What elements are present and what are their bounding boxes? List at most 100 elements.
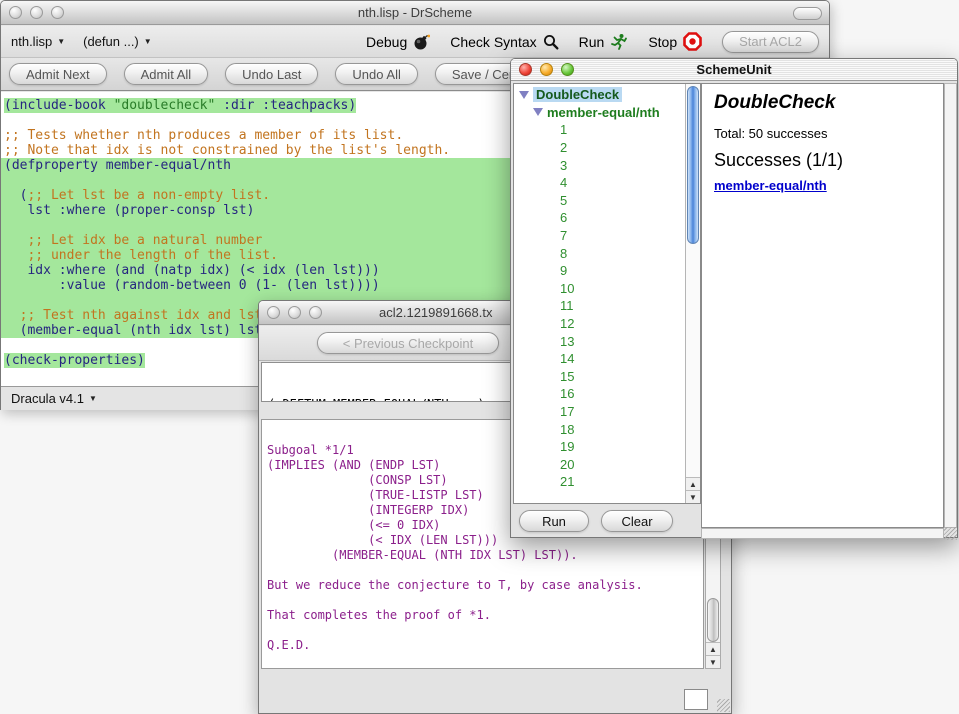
file-dropdown[interactable]: nth.lisp ▼ [11,34,65,49]
tree-item[interactable]: 13 [514,332,685,350]
tree-item[interactable]: member-equal/nth [514,104,685,122]
minimize-button[interactable] [288,306,301,319]
tree-item-label[interactable]: 6 [560,210,567,225]
tree-item-label[interactable]: 17 [560,404,574,419]
detail-vertical-scrollbar[interactable] [944,83,957,528]
tree-item[interactable]: 18 [514,420,685,438]
start-acl2-button[interactable]: Start ACL2 [722,31,819,53]
debug-label: Debug [366,34,407,50]
clear-button[interactable]: Clear [601,510,673,532]
tree-item-label[interactable]: 14 [560,351,574,366]
proof-line [267,563,703,578]
tree-item[interactable]: 5 [514,192,685,210]
scrollbar-thumb[interactable] [687,86,699,244]
tree-item[interactable]: 3 [514,156,685,174]
tree-item[interactable]: 21 [514,473,685,491]
tree-item-label[interactable]: 8 [560,246,567,261]
tree-item-label[interactable]: 2 [560,140,567,155]
tree-item-label[interactable]: 18 [560,422,574,437]
undo-last-button[interactable]: Undo Last [225,63,318,85]
disclosure-triangle-icon[interactable] [519,91,529,99]
tree-item-label[interactable]: 19 [560,439,574,454]
check-syntax-button[interactable]: Check Syntax [450,34,558,50]
detail-total: Total: 50 successes [714,126,827,141]
scroll-down-arrow-icon[interactable]: ▼ [686,490,700,503]
tree-item[interactable]: DoubleCheck [514,86,685,104]
zoom-button[interactable] [51,6,64,19]
tree-item-label[interactable]: 5 [560,193,567,208]
tree-item-label[interactable]: 11 [560,298,574,313]
close-button[interactable] [9,6,22,19]
tree-item[interactable]: 16 [514,385,685,403]
minimize-button[interactable] [540,63,553,76]
tree-item-label[interactable]: 4 [560,175,567,190]
chevron-down-icon: ▼ [144,37,152,46]
undo-all-button[interactable]: Undo All [335,63,417,85]
drscheme-titlebar[interactable]: nth.lisp - DrScheme [1,1,829,25]
tree-item[interactable]: 11 [514,297,685,315]
tree-item-label[interactable]: 10 [560,281,574,296]
zoom-button[interactable] [561,63,574,76]
proof-line [267,623,703,638]
tree-item-label[interactable]: member-equal/nth [547,105,660,120]
debug-button[interactable]: Debug [366,34,430,50]
scrollbar-thumb[interactable] [707,598,719,642]
toolbar-toggle-button[interactable] [793,7,822,20]
proof-line [267,593,703,608]
tree-item-label[interactable]: 3 [560,158,567,173]
tree-item[interactable]: 6 [514,209,685,227]
scroll-down-arrow-icon[interactable]: ▼ [706,655,720,668]
chevron-down-icon: ▼ [89,394,97,403]
tree-item[interactable]: 14 [514,350,685,368]
dracula-version-dropdown[interactable]: Dracula v4.1 ▼ [11,391,97,406]
disclosure-triangle-icon[interactable] [533,108,543,116]
previous-checkpoint-button[interactable]: < Previous Checkpoint [317,332,499,354]
run-tests-button[interactable]: Run [519,510,589,532]
schemeunit-titlebar[interactable]: SchemeUnit [511,59,957,81]
tree-item[interactable]: 4 [514,174,685,192]
tree-item[interactable]: 9 [514,262,685,280]
tree-item-label[interactable]: 13 [560,334,574,349]
tree-item[interactable]: 8 [514,244,685,262]
test-tree[interactable]: DoubleCheckmember-equal/nth1234567891011… [514,86,685,503]
test-result-link[interactable]: member-equal/nth [714,178,827,193]
tree-item-label[interactable]: 7 [560,228,567,243]
resize-grip-icon[interactable] [944,527,957,540]
close-button[interactable] [519,63,532,76]
scroll-up-arrow-icon[interactable]: ▲ [706,642,720,655]
checkbox[interactable] [684,689,708,710]
tree-item[interactable]: 12 [514,315,685,333]
tree-item[interactable]: 7 [514,227,685,245]
tree-item-label[interactable]: 12 [560,316,574,331]
tree-item-label[interactable]: 1 [560,122,567,137]
tree-item-label[interactable]: 21 [560,474,574,489]
detail-heading: DoubleCheck [714,92,835,114]
stop-button[interactable]: Stop [648,32,702,51]
window-title: nth.lisp - DrScheme [1,5,829,20]
run-button[interactable]: Run [579,33,629,51]
tree-item-label[interactable]: 20 [560,457,574,472]
scroll-up-arrow-icon[interactable]: ▲ [686,477,700,490]
tree-item[interactable]: 2 [514,139,685,157]
tree-item[interactable]: 20 [514,455,685,473]
window-controls [9,6,64,19]
admit-next-button[interactable]: Admit Next [9,63,107,85]
zoom-button[interactable] [309,306,322,319]
tree-item[interactable]: 15 [514,368,685,386]
tree-item-label[interactable]: 16 [560,386,574,401]
resize-grip-icon[interactable] [717,699,730,712]
tree-item[interactable]: 10 [514,280,685,298]
defun-dropdown[interactable]: (defun ...) ▼ [83,34,152,49]
tree-item-label[interactable]: 15 [560,369,574,384]
tree-item[interactable]: 17 [514,403,685,421]
tree-scrollbar[interactable]: ▲ ▼ [685,84,700,503]
detail-horizontal-scrollbar[interactable] [701,528,944,539]
admit-all-button[interactable]: Admit All [124,63,209,85]
close-button[interactable] [267,306,280,319]
run-label: Run [579,34,605,50]
tree-item-label[interactable]: 9 [560,263,567,278]
tree-item[interactable]: 1 [514,121,685,139]
tree-item[interactable]: 19 [514,438,685,456]
minimize-button[interactable] [30,6,43,19]
tree-item-label[interactable]: DoubleCheck [533,87,622,102]
